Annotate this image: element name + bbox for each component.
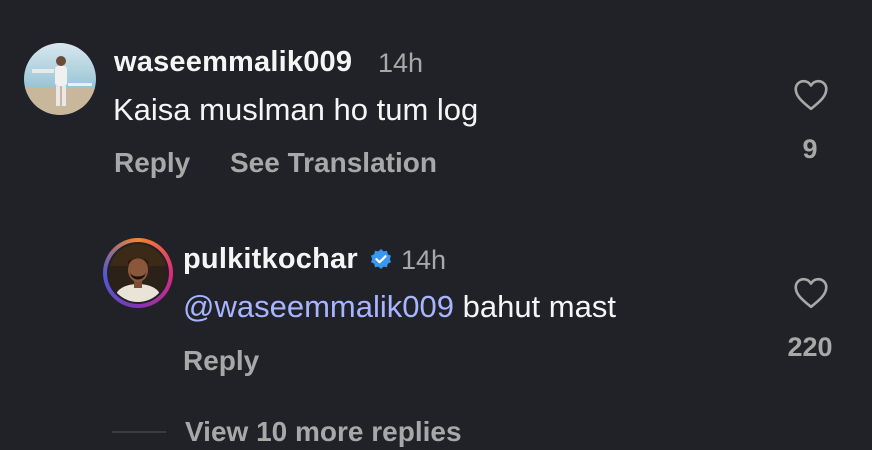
heart-outline-icon[interactable] xyxy=(793,277,829,309)
see-translation-button[interactable]: See Translation xyxy=(230,147,437,179)
avatar-photo-icon xyxy=(24,43,96,115)
comment-username[interactable]: pulkitkochar xyxy=(183,243,358,276)
view-more-replies-button[interactable]: View 10 more replies xyxy=(185,416,462,448)
comment-text: @waseemmalik009 bahut mast xyxy=(183,289,616,325)
comment-text: Kaisa muslman ho tum log xyxy=(113,92,479,127)
heart-outline-icon[interactable] xyxy=(793,79,829,111)
reply-button[interactable]: Reply xyxy=(183,345,259,377)
user-mention-link[interactable]: @waseemmalik009 xyxy=(183,289,454,324)
avatar-story-ring[interactable] xyxy=(103,238,173,308)
avatar-photo-icon xyxy=(109,244,167,302)
avatar xyxy=(109,244,167,302)
thread-divider xyxy=(112,431,166,433)
comments-panel: waseemmalik009 14h Kaisa muslman ho tum … xyxy=(0,0,872,450)
comment-timestamp: 14h xyxy=(401,245,447,275)
avatar[interactable] xyxy=(24,43,96,115)
comment-username[interactable]: waseemmalik009 xyxy=(114,46,352,79)
like-count: 220 xyxy=(787,332,833,362)
comment-body: bahut mast xyxy=(462,289,616,324)
like-count: 9 xyxy=(802,134,818,164)
verified-badge-icon xyxy=(371,249,391,269)
reply-button[interactable]: Reply xyxy=(114,147,190,179)
comment-timestamp: 14h xyxy=(378,48,424,78)
